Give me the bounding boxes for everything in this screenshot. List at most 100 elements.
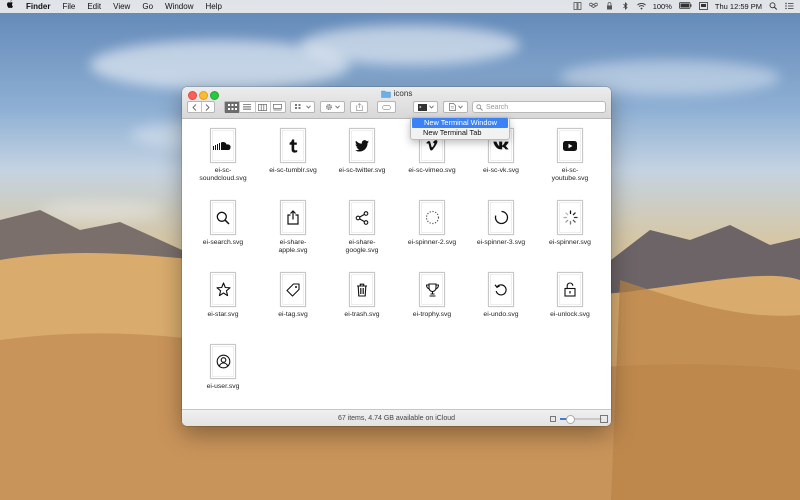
file-item[interactable]: ei-spinner-3.svg	[469, 200, 533, 247]
share-button[interactable]	[350, 101, 368, 113]
file-name: ei-sc-vk.svg	[483, 167, 519, 174]
menu-edit[interactable]: Edit	[81, 0, 107, 13]
menu-item-new-terminal-tab[interactable]: New Terminal Tab	[411, 128, 509, 138]
lock-status-icon[interactable]	[605, 1, 614, 12]
tumblr-icon	[289, 139, 298, 153]
search-icon	[476, 103, 483, 111]
list-view-button[interactable]	[240, 101, 256, 113]
file-thumbnail	[488, 272, 514, 307]
menubar-clock[interactable]: Thu 12:59 PM	[715, 2, 762, 11]
file-item[interactable]: ei-spinner-2.svg	[400, 200, 464, 247]
menu-window[interactable]: Window	[159, 0, 199, 13]
spinner-arc-icon	[494, 210, 508, 225]
menu-finder[interactable]: Finder	[20, 0, 56, 13]
column-view-button[interactable]	[256, 101, 271, 113]
file-thumbnail	[557, 128, 583, 163]
menu-help[interactable]: Help	[199, 0, 227, 13]
file-item[interactable]: ei-spinner.svg	[538, 200, 602, 247]
file-thumbnail	[280, 128, 306, 163]
group-icon	[294, 103, 300, 109]
file-thumbnail	[349, 200, 375, 235]
file-name: ei-trash.svg	[344, 311, 380, 318]
large-icon-size-icon	[600, 415, 608, 423]
file-name: ei-trophy.svg	[412, 311, 452, 318]
new-file-button[interactable]	[443, 101, 468, 113]
search-placeholder: Search	[486, 103, 509, 111]
file-item[interactable]: ei-tag.svg	[261, 272, 325, 319]
chevron-down-icon	[305, 105, 311, 109]
menu-go[interactable]: Go	[136, 0, 159, 13]
gear-icon	[326, 104, 332, 110]
bluetooth-icon[interactable]	[621, 1, 630, 12]
notification-center-icon[interactable]	[785, 2, 794, 12]
file-item[interactable]: ei-sc-tumblr.svg	[261, 128, 325, 175]
file-thumbnail	[280, 200, 306, 235]
forward-button[interactable]	[202, 102, 215, 113]
file-item[interactable]: ei-user.svg	[191, 344, 255, 391]
unlock-icon	[564, 282, 576, 297]
file-item[interactable]: ei-trophy.svg	[400, 272, 464, 319]
chevron-left-icon	[192, 103, 197, 111]
window-title-text: icons	[393, 89, 413, 98]
file-name: ei-sc-soundcloud.svg	[199, 167, 247, 183]
file-name: ei-sc-tumblr.svg	[269, 167, 317, 174]
columns-icon	[258, 103, 268, 111]
gallery-view-button[interactable]	[271, 102, 285, 113]
file-thumbnail	[557, 200, 583, 235]
file-item[interactable]: ei-search.svg	[191, 200, 255, 247]
dropbox-icon[interactable]	[588, 2, 598, 12]
soundcloud-icon	[213, 141, 231, 150]
menu-bar: Finder File Edit View Go Window Help 100…	[0, 0, 800, 13]
file-item[interactable]: ei-share-apple.svg	[261, 200, 325, 256]
chevron-down-icon	[457, 105, 463, 109]
chevron-down-icon	[428, 105, 434, 109]
wifi-icon[interactable]	[636, 2, 646, 12]
window-title: icons	[182, 89, 611, 98]
file-item[interactable]: ei-undo.svg	[469, 272, 533, 319]
status-app-icon[interactable]	[573, 1, 582, 12]
file-item[interactable]: ei-sc-soundcloud.svg	[191, 128, 255, 184]
battery-icon[interactable]	[678, 2, 692, 11]
battery-percent[interactable]: 100%	[653, 2, 672, 11]
file-item[interactable]: ei-sc-twitter.svg	[330, 128, 394, 175]
file-thumbnail	[419, 272, 445, 307]
terminal-button[interactable]	[413, 101, 438, 113]
file-item[interactable]: ei-trash.svg	[330, 272, 394, 319]
user-icon	[216, 354, 230, 369]
file-item[interactable]: ei-share-google.svg	[330, 200, 394, 256]
file-name: ei-sc-vimeo.svg	[408, 167, 456, 174]
file-item[interactable]: ei-sc-youtube.svg	[538, 128, 602, 184]
group-by-button[interactable]	[290, 101, 315, 113]
vimeo-icon	[426, 140, 438, 151]
chevron-right-icon	[205, 103, 210, 111]
icon-view-button[interactable]	[225, 101, 241, 113]
title-bar[interactable]: icons Search	[182, 87, 611, 119]
file-name: ei-sc-youtube.svg	[551, 167, 589, 183]
back-button[interactable]	[188, 101, 202, 113]
file-name: ei-star.svg	[207, 311, 239, 318]
menu-file[interactable]: File	[56, 0, 81, 13]
spotlight-icon[interactable]	[769, 1, 778, 12]
file-thumbnail	[210, 200, 236, 235]
tags-button[interactable]	[377, 101, 396, 113]
undo-icon	[494, 283, 507, 295]
folder-icon	[380, 90, 391, 98]
twitter-icon	[355, 139, 369, 152]
vk-icon	[493, 141, 509, 150]
search-icon	[216, 211, 230, 225]
status-text: 67 items, 4.74 GB available on iCloud	[337, 415, 456, 422]
terminal-icon	[417, 103, 427, 111]
apple-menu-icon[interactable]	[0, 0, 20, 13]
file-item[interactable]: ei-unlock.svg	[538, 272, 602, 319]
menu-item-new-terminal-window[interactable]: New Terminal Window	[412, 118, 508, 128]
icon-size-slider[interactable]	[560, 415, 602, 424]
search-field[interactable]: Search	[472, 101, 606, 113]
file-name: ei-undo.svg	[483, 311, 519, 318]
menu-view[interactable]: View	[107, 0, 136, 13]
file-item[interactable]: ei-star.svg	[191, 272, 255, 319]
slider-knob[interactable]	[566, 415, 575, 424]
display-icon[interactable]	[698, 1, 708, 12]
file-thumbnail	[210, 344, 236, 379]
small-icon-size-icon	[550, 416, 556, 422]
action-menu-button[interactable]	[320, 101, 345, 113]
